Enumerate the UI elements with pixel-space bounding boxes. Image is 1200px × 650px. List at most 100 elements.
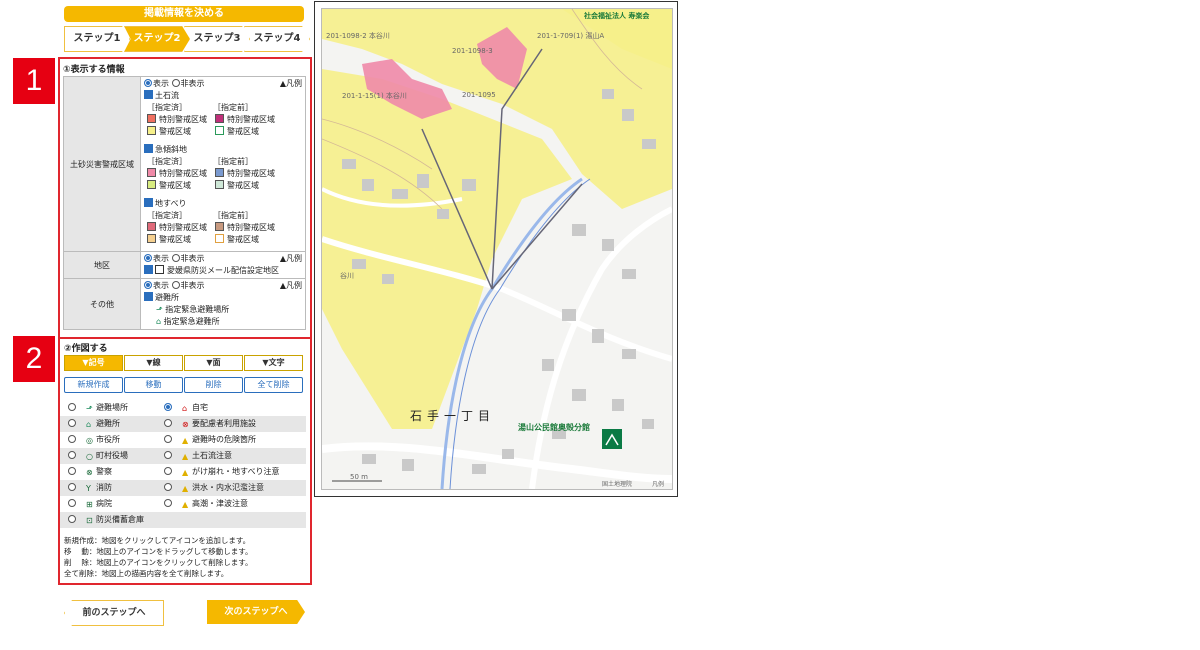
step-2[interactable]: ステップ2 (124, 26, 190, 52)
warning-icon: ▲ (182, 436, 189, 445)
pre-designated-label: ［指定前］ (213, 103, 253, 112)
storage-icon: ⊡ (86, 516, 93, 525)
list-item: ◎ 市役所 ▲ 避難時の危険箇所 (60, 432, 306, 448)
sediment-show-radio[interactable] (144, 79, 152, 87)
symbol-label: 高潮・津波注意 (192, 499, 248, 508)
other-label: その他 (63, 278, 141, 330)
shelter-label: 避難所 (155, 293, 179, 302)
step-4[interactable]: ステップ4 (244, 26, 310, 52)
pre-designated-label: ［指定前］ (213, 157, 253, 166)
section-badge-1: 1 (13, 58, 55, 104)
symbol-radio[interactable] (68, 435, 76, 443)
steep-slope-label: 急傾斜地 (155, 145, 187, 154)
delete-button[interactable]: 削除 (184, 377, 243, 393)
map-scale-label: 50 m (350, 473, 368, 481)
draw-notes: 新規作成：地図をクリックしてアイコンを追加します。 移 動：地図上のアイコンをド… (64, 535, 253, 579)
symbol-radio[interactable] (68, 483, 76, 491)
emergency-shelter-label: 指定緊急避難所 (163, 317, 220, 326)
symbol-label: がけ崩れ・地すべり注意 (192, 467, 280, 476)
step-1[interactable]: ステップ1 (64, 26, 130, 52)
fire-station-icon: Y (86, 484, 91, 493)
note-line: 新規作成：地図をクリックしてアイコンを追加します。 (64, 536, 251, 545)
steep-slope-checkbox[interactable] (144, 144, 153, 153)
info-section: ①表示する情報 土砂災害警戒区域 表示 非表示 ▲凡例 土石流 ［指定済］ ［指定… (58, 57, 312, 339)
area-hide-radio[interactable] (171, 254, 180, 262)
zone-label: 警戒区域 (227, 127, 259, 136)
symbol-label: 要配慮者利用施設 (192, 419, 256, 428)
tab-area[interactable]: ▼面 (184, 355, 243, 371)
symbol-radio[interactable] (68, 403, 76, 411)
symbol-radio[interactable] (164, 435, 172, 443)
delete-all-button[interactable]: 全て削除 (244, 377, 303, 393)
symbol-radio[interactable] (164, 499, 172, 507)
symbol-label: 土石流注意 (192, 451, 232, 460)
landslide-warning-icon: ▲ (182, 468, 189, 477)
sediment-legend-link[interactable]: ▲凡例 (280, 78, 302, 90)
swatch-icon (215, 180, 224, 189)
shelter-icon: ⌂ (86, 420, 92, 429)
symbol-label: 避難場所 (96, 403, 128, 412)
zone-label: 警戒区域 (159, 181, 191, 190)
symbol-label: 消防 (96, 483, 112, 492)
symbol-radio[interactable] (68, 419, 76, 427)
symbol-radio[interactable] (68, 515, 76, 523)
symbol-radio[interactable] (164, 483, 172, 491)
symbol-radio[interactable] (164, 451, 172, 459)
swatch-icon (147, 114, 156, 123)
symbol-label: 自宅 (192, 403, 208, 412)
list-item: ⊡ 防災備蓄倉庫 (60, 512, 306, 528)
other-show-radio[interactable] (144, 281, 152, 289)
symbol-label: 洪水・内水氾濫注意 (192, 483, 264, 492)
shelter-checkbox[interactable] (144, 292, 153, 301)
zone-label: 特別警戒区域 (159, 169, 207, 178)
other-options: 表示 非表示 ▲凡例 避難所 ⬏ 指定緊急避難場所 ⌂ 指定緊急避難所 (140, 278, 306, 330)
tab-line[interactable]: ▼線 (124, 355, 183, 371)
map-parcel-label: 201-1-709(1) 湯山A (537, 32, 605, 40)
list-item: ⊞ 病院 ▲ 高潮・津波注意 (60, 496, 306, 512)
list-item: ⬏ 避難場所 ⌂ 自宅 (60, 400, 306, 416)
sediment-label: 土砂災害警戒区域 (63, 76, 141, 252)
landslide-checkbox[interactable] (144, 198, 153, 207)
next-step-button[interactable]: 次のステップへ (207, 600, 305, 624)
step-progress: ステップ1 ステップ2 ステップ3 ステップ4 (64, 26, 310, 52)
move-button[interactable]: 移動 (124, 377, 183, 393)
map-panel: 社会福祉法人 寿楽会 201-1098-2 本谷川 201-1098-3 201… (314, 1, 678, 497)
map-canvas[interactable]: 社会福祉法人 寿楽会 201-1098-2 本谷川 201-1098-3 201… (321, 8, 673, 490)
other-legend-link[interactable]: ▲凡例 (280, 280, 302, 292)
debris-warning-icon: ▲ (182, 452, 189, 461)
area-show-radio[interactable] (144, 254, 152, 262)
tab-text[interactable]: ▼文字 (244, 355, 303, 371)
emergency-place-label: 指定緊急避難場所 (165, 305, 230, 314)
map-legend-link[interactable]: 凡例 (652, 479, 664, 488)
designated-label: ［指定済］ (147, 157, 187, 166)
hospital-icon: ⊞ (86, 500, 93, 509)
info-section-title: ①表示する情報 (63, 65, 125, 75)
list-item: ○ 町村役場 ▲ 土石流注意 (60, 448, 306, 464)
prev-step-button[interactable]: 前のステップへ (64, 600, 164, 626)
area-checkbox[interactable] (144, 265, 153, 274)
symbol-radio[interactable] (68, 451, 76, 459)
symbol-radio[interactable] (68, 499, 76, 507)
map-facility-label: 湯山公民館奥殻分館 (518, 423, 590, 432)
step-3[interactable]: ステップ3 (184, 26, 250, 52)
map-credit: 国土地理院 (602, 481, 633, 488)
debris-flow-checkbox[interactable] (144, 90, 153, 99)
symbol-radio[interactable] (164, 467, 172, 475)
swatch-icon (147, 222, 156, 231)
area-legend-link[interactable]: ▲凡例 (280, 253, 302, 265)
symbol-radio[interactable] (68, 467, 76, 475)
care-facility-icon: ⊗ (182, 420, 189, 429)
symbol-label: 避難所 (96, 419, 120, 428)
sediment-hide-radio[interactable] (171, 79, 180, 87)
other-hide-radio[interactable] (171, 281, 180, 289)
map-district-label: 石手一丁目 (410, 409, 496, 423)
swatch-icon (215, 114, 224, 123)
area-options: 表示 非表示 ▲凡例 愛媛県防災メール配信設定地区 (140, 251, 306, 279)
symbol-radio[interactable] (164, 403, 172, 411)
new-button[interactable]: 新規作成 (64, 377, 123, 393)
tab-symbol[interactable]: ▼記号 (64, 355, 123, 371)
zone-label: 警戒区域 (159, 235, 191, 244)
show-label: 表示 (153, 281, 169, 290)
swatch-icon (215, 222, 224, 231)
symbol-radio[interactable] (164, 419, 172, 427)
